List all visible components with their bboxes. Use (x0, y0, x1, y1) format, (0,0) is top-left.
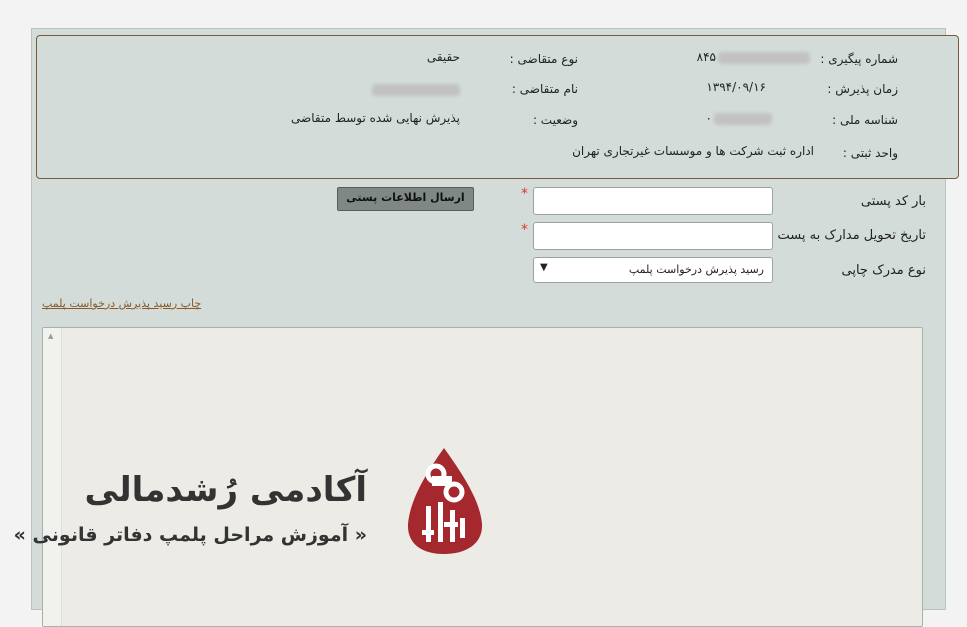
reception-time-value: ۱۳۹۴/۰۹/۱۶ (706, 80, 766, 94)
national-id-redacted (714, 113, 772, 125)
send-postal-info-button[interactable]: ارسال اطلاعات پستی (337, 187, 474, 211)
applicant-type-value: حقیقی (426, 50, 460, 64)
doc-type-label: نوع مدرک چاپی (841, 263, 926, 278)
tracking-number-label: شماره پیگیری : (820, 52, 898, 66)
national-id-value: ۰ (705, 111, 712, 125)
postal-code-input[interactable] (533, 187, 773, 215)
doc-type-selected-value: رسید پذیرش درخواست پلمپ (628, 263, 764, 276)
main-panel: شماره پیگیری : ۸۴۵ زمان پذیرش : ۱۳۹۴/۰۹/… (14, 28, 959, 627)
tracking-number-redacted (718, 52, 810, 64)
logo-title: آکادمی رُشدمالی (84, 470, 367, 510)
delivery-date-label: تاریخ تحویل مدارک به پست (777, 228, 926, 243)
tracking-number-value: ۸۴۵ (696, 50, 716, 64)
applicant-type-label: نوع متقاضی : (509, 52, 578, 66)
document-viewer[interactable]: ▲ آکادمی رُشدمالی « آموزش مراحل پلمپ دفا… (14, 327, 923, 627)
print-receipt-link[interactable]: چاپ رسید پذیرش درخواست پلمپ (42, 297, 201, 310)
reception-time-label: زمان پذیرش : (827, 82, 898, 96)
postal-code-required: * (521, 186, 528, 202)
request-info-box: شماره پیگیری : ۸۴۵ زمان پذیرش : ۱۳۹۴/۰۹/… (36, 35, 959, 179)
delivery-date-required: * (521, 222, 528, 238)
postal-code-label: بار کد پستی (860, 194, 926, 209)
delivery-date-input[interactable] (533, 222, 773, 250)
academy-logo-icon (407, 448, 483, 554)
status-label: وضعیت : (532, 113, 578, 127)
viewer-scrollbar[interactable]: ▲ (43, 328, 62, 626)
status-value: پذیرش نهایی شده توسط متقاضی (291, 111, 460, 125)
doc-type-select[interactable]: رسید پذیرش درخواست پلمپ ▼ (533, 257, 773, 283)
national-id-label: شناسه ملی : (832, 113, 898, 127)
applicant-name-label: نام متقاضی : (511, 82, 578, 96)
registration-unit-label: واحد ثبتی : (842, 146, 898, 160)
registration-unit-value: اداره ثبت شرکت ها و موسسات غیرتجاری تهرا… (572, 144, 814, 158)
applicant-name-redacted (372, 84, 460, 96)
logo-subtitle: « آموزش مراحل پلمپ دفاتر قانونی » (13, 524, 367, 546)
chevron-down-icon: ▼ (540, 262, 548, 273)
scroll-up-icon[interactable]: ▲ (48, 332, 53, 340)
